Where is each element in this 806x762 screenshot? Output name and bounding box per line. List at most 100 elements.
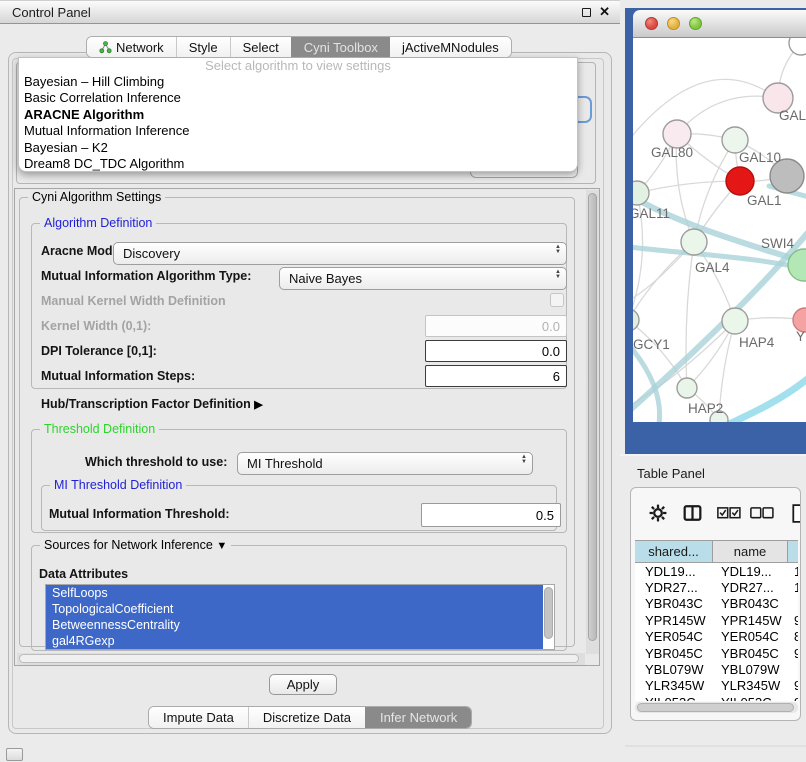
tab-style[interactable]: Style xyxy=(176,37,230,57)
file-icon[interactable] xyxy=(791,504,801,523)
bottom-right-divider xyxy=(625,745,806,747)
network-node-label: GAL11 xyxy=(633,206,670,221)
settings-horizontal-scrollbar-thumb[interactable] xyxy=(19,654,579,663)
dpi-tolerance-label: DPI Tolerance [0,1]: xyxy=(41,344,157,358)
table-panel: shared... name YDL19... YDL19... 13 YDR2… xyxy=(630,487,801,721)
attributes-list-scrollbar[interactable] xyxy=(544,587,553,639)
table-row[interactable]: YIL053C YIL053C 9. xyxy=(635,694,798,701)
settings-vertical-scrollbar[interactable] xyxy=(586,190,599,654)
select-all-checked-icon[interactable] xyxy=(717,507,741,519)
table-panel-title: Table Panel xyxy=(637,466,705,481)
table-row[interactable]: YBR043C YBR043C xyxy=(635,596,798,612)
network-node-GAL1[interactable] xyxy=(726,167,754,195)
network-edge[interactable] xyxy=(686,242,694,388)
algorithm-popup-list: Bayesian – Hill ClimbingBasic Correlatio… xyxy=(19,74,577,172)
which-threshold-label: Which threshold to use: xyxy=(85,455,227,469)
close-traffic-light-icon[interactable] xyxy=(645,17,658,30)
table-row[interactable]: YBR045C YBR045C 9. xyxy=(635,645,798,661)
network-graph: GALGAL80GAL10GAL1GAL11GAL4SWI4GCY1HAP4YH… xyxy=(633,38,806,422)
table-row[interactable]: YDR27... YDR27... 12 xyxy=(635,579,798,595)
control-panel-tab-bar: Network Style Select Cyni Toolbox jActiv… xyxy=(86,36,512,58)
column-header-shared-name[interactable]: shared... xyxy=(635,541,713,562)
minimize-traffic-light-icon[interactable] xyxy=(667,17,680,30)
minimized-panel-icon[interactable] xyxy=(6,748,23,761)
close-window-icon[interactable]: ✕ xyxy=(599,7,610,17)
settings-vertical-scrollbar-thumb[interactable] xyxy=(588,193,597,641)
table-row[interactable]: YDL19... YDL19... 13 xyxy=(635,563,798,579)
column-header-partial[interactable] xyxy=(788,541,798,562)
control-panel-title: Control Panel xyxy=(0,5,582,20)
bottom-tab-bar: Impute Data Discretize Data Infer Networ… xyxy=(148,706,472,729)
aracne-mode-combo[interactable]: Discovery ▲▼ xyxy=(113,242,567,265)
table-toolbar xyxy=(631,496,800,536)
tab-select[interactable]: Select xyxy=(230,37,291,57)
split-columns-icon[interactable] xyxy=(683,504,702,522)
network-canvas[interactable]: GALGAL80GAL10GAL1GAL11GAL4SWI4GCY1HAP4YH… xyxy=(633,38,806,422)
network-node-label: GAL80 xyxy=(651,145,693,160)
sources-title[interactable]: Sources for Network Inference ▼ xyxy=(40,538,231,552)
zoom-traffic-light-icon[interactable] xyxy=(689,17,702,30)
attribute-list-item[interactable]: TopologicalCoefficient xyxy=(46,601,543,617)
manual-kernel-checkbox[interactable] xyxy=(550,293,564,307)
column-header-name[interactable]: name xyxy=(713,541,788,562)
attribute-list-item[interactable]: gal4RGexp xyxy=(46,633,543,649)
mi-threshold-label: Mutual Information Threshold: xyxy=(49,507,230,521)
algorithm-popup-item[interactable]: Mutual Information Inference xyxy=(19,123,577,139)
network-edge[interactable] xyxy=(633,320,687,388)
network-node-HAP2[interactable] xyxy=(677,378,697,398)
network-node-label: SWI4 xyxy=(761,236,794,251)
dpi-tolerance-input[interactable] xyxy=(425,340,567,362)
apply-button[interactable]: Apply xyxy=(269,674,337,695)
algorithm-popup-item[interactable]: Bayesian – Hill Climbing xyxy=(19,74,577,90)
mi-threshold-input[interactable] xyxy=(421,503,561,527)
network-node-HAP4[interactable] xyxy=(722,308,748,334)
algorithm-popup-item[interactable]: Dream8 DC_TDC Algorithm xyxy=(19,156,577,172)
settings-horizontal-scrollbar[interactable] xyxy=(17,653,585,665)
tab-jactivemnodules[interactable]: jActiveMNodules xyxy=(390,37,511,57)
table-row[interactable]: YPR145W YPR145W 9. xyxy=(635,612,798,628)
mi-steps-input[interactable] xyxy=(425,365,567,387)
restore-window-icon[interactable] xyxy=(582,8,591,17)
collapsed-arrow-icon: ▶ xyxy=(254,399,262,411)
table-row[interactable]: YLR345W YLR345W 9. xyxy=(635,678,798,694)
attribute-list-item[interactable]: BetweennessCentrality xyxy=(46,617,543,633)
network-node-n0[interactable] xyxy=(789,38,806,55)
network-node-label: GAL xyxy=(779,108,806,123)
tab-infer-network[interactable]: Infer Network xyxy=(365,707,471,728)
table-horizontal-scrollbar[interactable] xyxy=(635,702,798,713)
manual-kernel-label: Manual Kernel Width Definition xyxy=(41,294,226,308)
gear-icon[interactable] xyxy=(649,504,667,522)
network-icon xyxy=(99,41,112,54)
cyni-settings-scrollpane: Cyni Algorithm Settings Algorithm Defini… xyxy=(14,188,600,666)
kernel-width-label: Kernel Width (0,1): xyxy=(41,319,151,333)
algorithm-popup-item[interactable]: Basic Correlation Inference xyxy=(19,90,577,106)
attribute-list-item[interactable]: SelfLoops xyxy=(46,585,543,601)
network-window-titlebar[interactable] xyxy=(633,10,806,38)
kernel-width-input[interactable] xyxy=(425,315,567,337)
which-threshold-combo[interactable]: MI Threshold ▲▼ xyxy=(237,452,533,475)
tab-discretize-data[interactable]: Discretize Data xyxy=(248,707,365,728)
network-node-label: GAL4 xyxy=(695,260,730,275)
tab-network[interactable]: Network xyxy=(87,37,176,57)
algorithm-dropdown-popup: Select algorithm to view settings Bayesi… xyxy=(18,57,578,172)
table-row[interactable]: YBL079W YBL079W xyxy=(635,661,798,677)
algorithm-popup-item[interactable]: ARACNE Algorithm xyxy=(19,107,577,123)
table-horizontal-scrollbar-thumb[interactable] xyxy=(637,703,794,712)
tab-cyni-toolbox[interactable]: Cyni Toolbox xyxy=(291,37,390,57)
network-edge-thick[interactable] xyxy=(725,376,806,422)
table-panel-divider xyxy=(620,454,806,456)
combo-spinner-icon: ▲▼ xyxy=(555,270,561,280)
algorithm-popup-item[interactable]: Bayesian – K2 xyxy=(19,140,577,156)
select-none-icon[interactable] xyxy=(750,507,774,519)
data-attributes-list: SelfLoopsTopologicalCoefficientBetweenne… xyxy=(45,584,555,650)
algorithm-popup-prompt: Select algorithm to view settings xyxy=(19,58,577,74)
hub-definition-toggle[interactable]: Hub/Transcription Factor Definition ▶ xyxy=(41,397,263,411)
network-node-GAL80[interactable] xyxy=(663,120,691,148)
table-row[interactable]: YER054C YER054C 8. xyxy=(635,629,798,645)
tab-impute-data[interactable]: Impute Data xyxy=(149,707,248,728)
network-edge[interactable] xyxy=(637,181,740,193)
network-node-GAL4[interactable] xyxy=(681,229,707,255)
data-attributes-label: Data Attributes xyxy=(39,567,128,581)
mi-algorithm-type-combo[interactable]: Naive Bayes ▲▼ xyxy=(279,267,567,290)
expanded-arrow-icon: ▼ xyxy=(216,540,227,552)
